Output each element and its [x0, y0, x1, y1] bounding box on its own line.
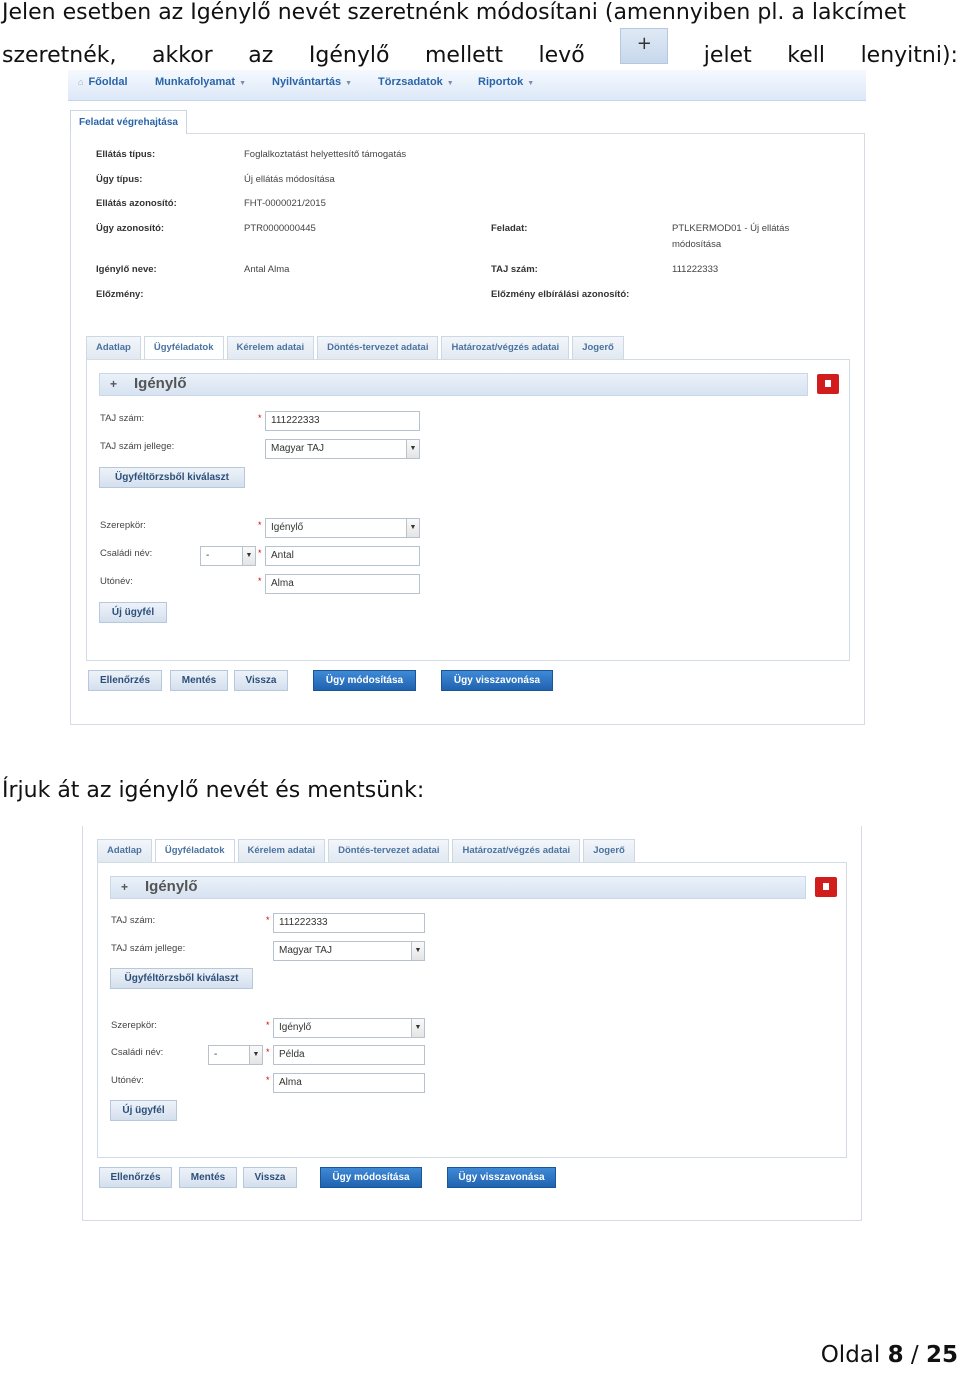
role-label: Szerepkör: [111, 1020, 157, 1031]
tab-jogero[interactable]: Jogerő [583, 839, 635, 863]
tab-bar: Adatlap Ügyféladatok Kérelem adatai Dönt… [97, 839, 638, 863]
tab-adatlap[interactable]: Adatlap [97, 839, 152, 863]
chevron-down-icon: ▼ [249, 1046, 262, 1064]
page-footer: Oldal 8 / 25 [821, 1342, 958, 1368]
required-star: * [266, 1075, 270, 1085]
required-star: * [266, 1020, 270, 1030]
applicant-section-header: + Igénylő [110, 876, 806, 899]
delete-icon[interactable] [815, 877, 837, 897]
total-pages: 25 [925, 1342, 958, 1368]
family-name-label: Családi név: [111, 1047, 164, 1058]
taj-type-select[interactable]: Magyar TAJ ▼ [273, 941, 425, 961]
required-star: * [266, 1047, 270, 1057]
select-from-registry-button[interactable]: Ügyféltörzsből kiválaszt [110, 968, 253, 989]
expand-icon[interactable]: + [121, 880, 128, 894]
new-client-button[interactable]: Új ügyfél [110, 1100, 177, 1121]
family-name-input[interactable]: Példa [273, 1045, 425, 1065]
tab-hatarozat[interactable]: Határozat/végzés adatai [452, 839, 581, 863]
screenshot-2: Adatlap Ügyféladatok Kérelem adatai Dönt… [0, 0, 960, 1230]
required-star: * [266, 915, 270, 925]
tab-ugyfeladatok[interactable]: Ügyféladatok [154, 839, 235, 863]
taj-input[interactable]: 111222333 [273, 913, 425, 933]
page-separator: / [910, 1342, 919, 1368]
back-button[interactable]: Vissza [243, 1167, 297, 1188]
role-value: Igénylő [279, 1022, 312, 1033]
client-panel [97, 862, 847, 1158]
page-label: Oldal [820, 1342, 881, 1368]
check-button[interactable]: Ellenőrzés [99, 1167, 172, 1188]
prefix-value: - [214, 1049, 218, 1060]
save-button[interactable]: Mentés [179, 1167, 237, 1188]
chevron-down-icon: ▼ [411, 942, 424, 960]
section-title: Igénylő [145, 878, 198, 895]
given-name-label: Utónév: [111, 1075, 144, 1086]
taj-label: TAJ szám: [111, 915, 156, 926]
tab-dontes[interactable]: Döntés-tervezet adatai [328, 839, 450, 863]
current-page: 8 [887, 1342, 904, 1368]
taj-type-value: Magyar TAJ [279, 945, 332, 956]
role-select[interactable]: Igénylő ▼ [273, 1018, 425, 1038]
name-prefix-select[interactable]: - ▼ [208, 1045, 263, 1065]
chevron-down-icon: ▼ [411, 1019, 424, 1037]
tab-kerelem[interactable]: Kérelem adatai [237, 839, 326, 863]
modify-case-button[interactable]: Ügy módosítása [320, 1167, 422, 1188]
taj-type-label: TAJ szám jellege: [111, 943, 186, 954]
withdraw-case-button[interactable]: Ügy visszavonása [447, 1167, 556, 1188]
given-name-input[interactable]: Alma [273, 1073, 425, 1093]
